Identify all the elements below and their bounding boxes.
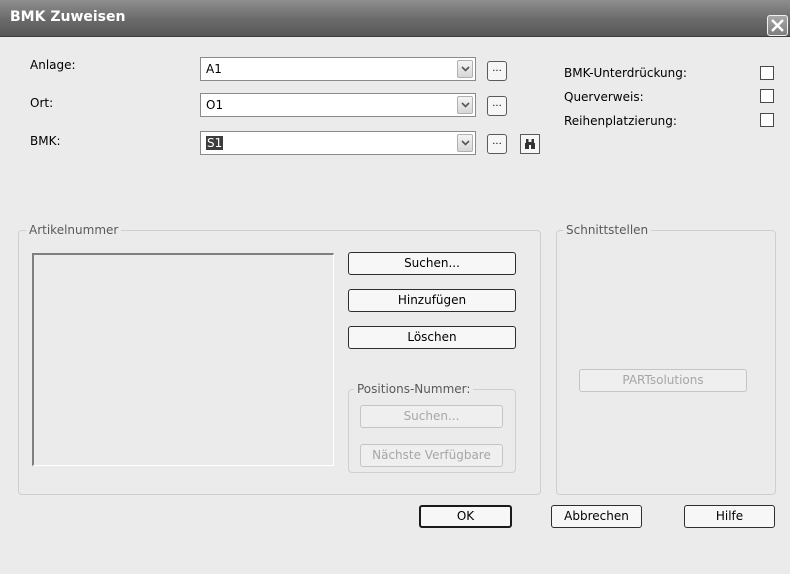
artikelnummer-listbox[interactable] (32, 253, 334, 466)
bmk-unterdrueckung-label: BMK-Unterdrückung: (564, 66, 687, 80)
reihenplatzierung-label: Reihenplatzierung: (564, 114, 677, 128)
schnittstellen-group-label: Schnittstellen (563, 223, 652, 237)
close-button[interactable] (767, 15, 788, 36)
ort-value: O1 (206, 98, 224, 112)
anlage-combobox[interactable]: A1 (200, 57, 476, 81)
bmk-combobox[interactable]: S1 (200, 131, 476, 155)
schnittstellen-group (556, 230, 776, 495)
abbrechen-button[interactable]: Abbrechen (551, 505, 642, 528)
anlage-label: Anlage: (30, 58, 76, 72)
ort-combobox[interactable]: O1 (200, 93, 476, 117)
hilfe-button[interactable]: Hilfe (684, 505, 775, 528)
bmk-browse-button[interactable]: ... (487, 134, 507, 154)
bmk-search-button[interactable] (520, 134, 540, 154)
chevron-down-icon (461, 66, 470, 72)
ort-browse-button[interactable]: ... (487, 96, 507, 116)
artikel-loeschen-button[interactable]: Löschen (348, 326, 516, 349)
close-icon (771, 19, 784, 32)
binoculars-icon (525, 139, 535, 149)
window-title: BMK Zuweisen (10, 9, 126, 25)
anlage-dropdown-arrow[interactable] (457, 60, 473, 78)
artikelnummer-group-label: Artikelnummer (26, 223, 122, 237)
partsolutions-button[interactable]: PARTsolutions (579, 369, 747, 392)
bmk-dropdown-arrow[interactable] (457, 134, 473, 152)
bmk-value: S1 (206, 136, 224, 150)
bmk-label: BMK: (30, 134, 61, 148)
naechste-verfuegbare-button[interactable]: Nächste Verfügbare (360, 444, 503, 467)
title-bar: BMK Zuweisen (0, 0, 790, 37)
querverweis-label: Querverweis: (564, 90, 644, 104)
positions-nummer-group-label: Positions-Nummer: (354, 382, 474, 396)
anlage-browse-button[interactable]: ... (487, 61, 507, 81)
ort-label: Ort: (30, 96, 54, 110)
ort-dropdown-arrow[interactable] (457, 96, 473, 114)
ok-button[interactable]: OK (419, 505, 512, 528)
querverweis-checkbox[interactable] (760, 89, 774, 103)
anlage-value: A1 (206, 62, 222, 76)
chevron-down-icon (461, 102, 470, 108)
positions-suchen-button[interactable]: Suchen... (360, 405, 503, 428)
reihenplatzierung-checkbox[interactable] (760, 113, 774, 127)
chevron-down-icon (461, 140, 470, 146)
artikel-suchen-button[interactable]: Suchen... (348, 252, 516, 275)
bmk-unterdrueckung-checkbox[interactable] (760, 66, 774, 80)
artikel-hinzufuegen-button[interactable]: Hinzufügen (348, 289, 516, 312)
